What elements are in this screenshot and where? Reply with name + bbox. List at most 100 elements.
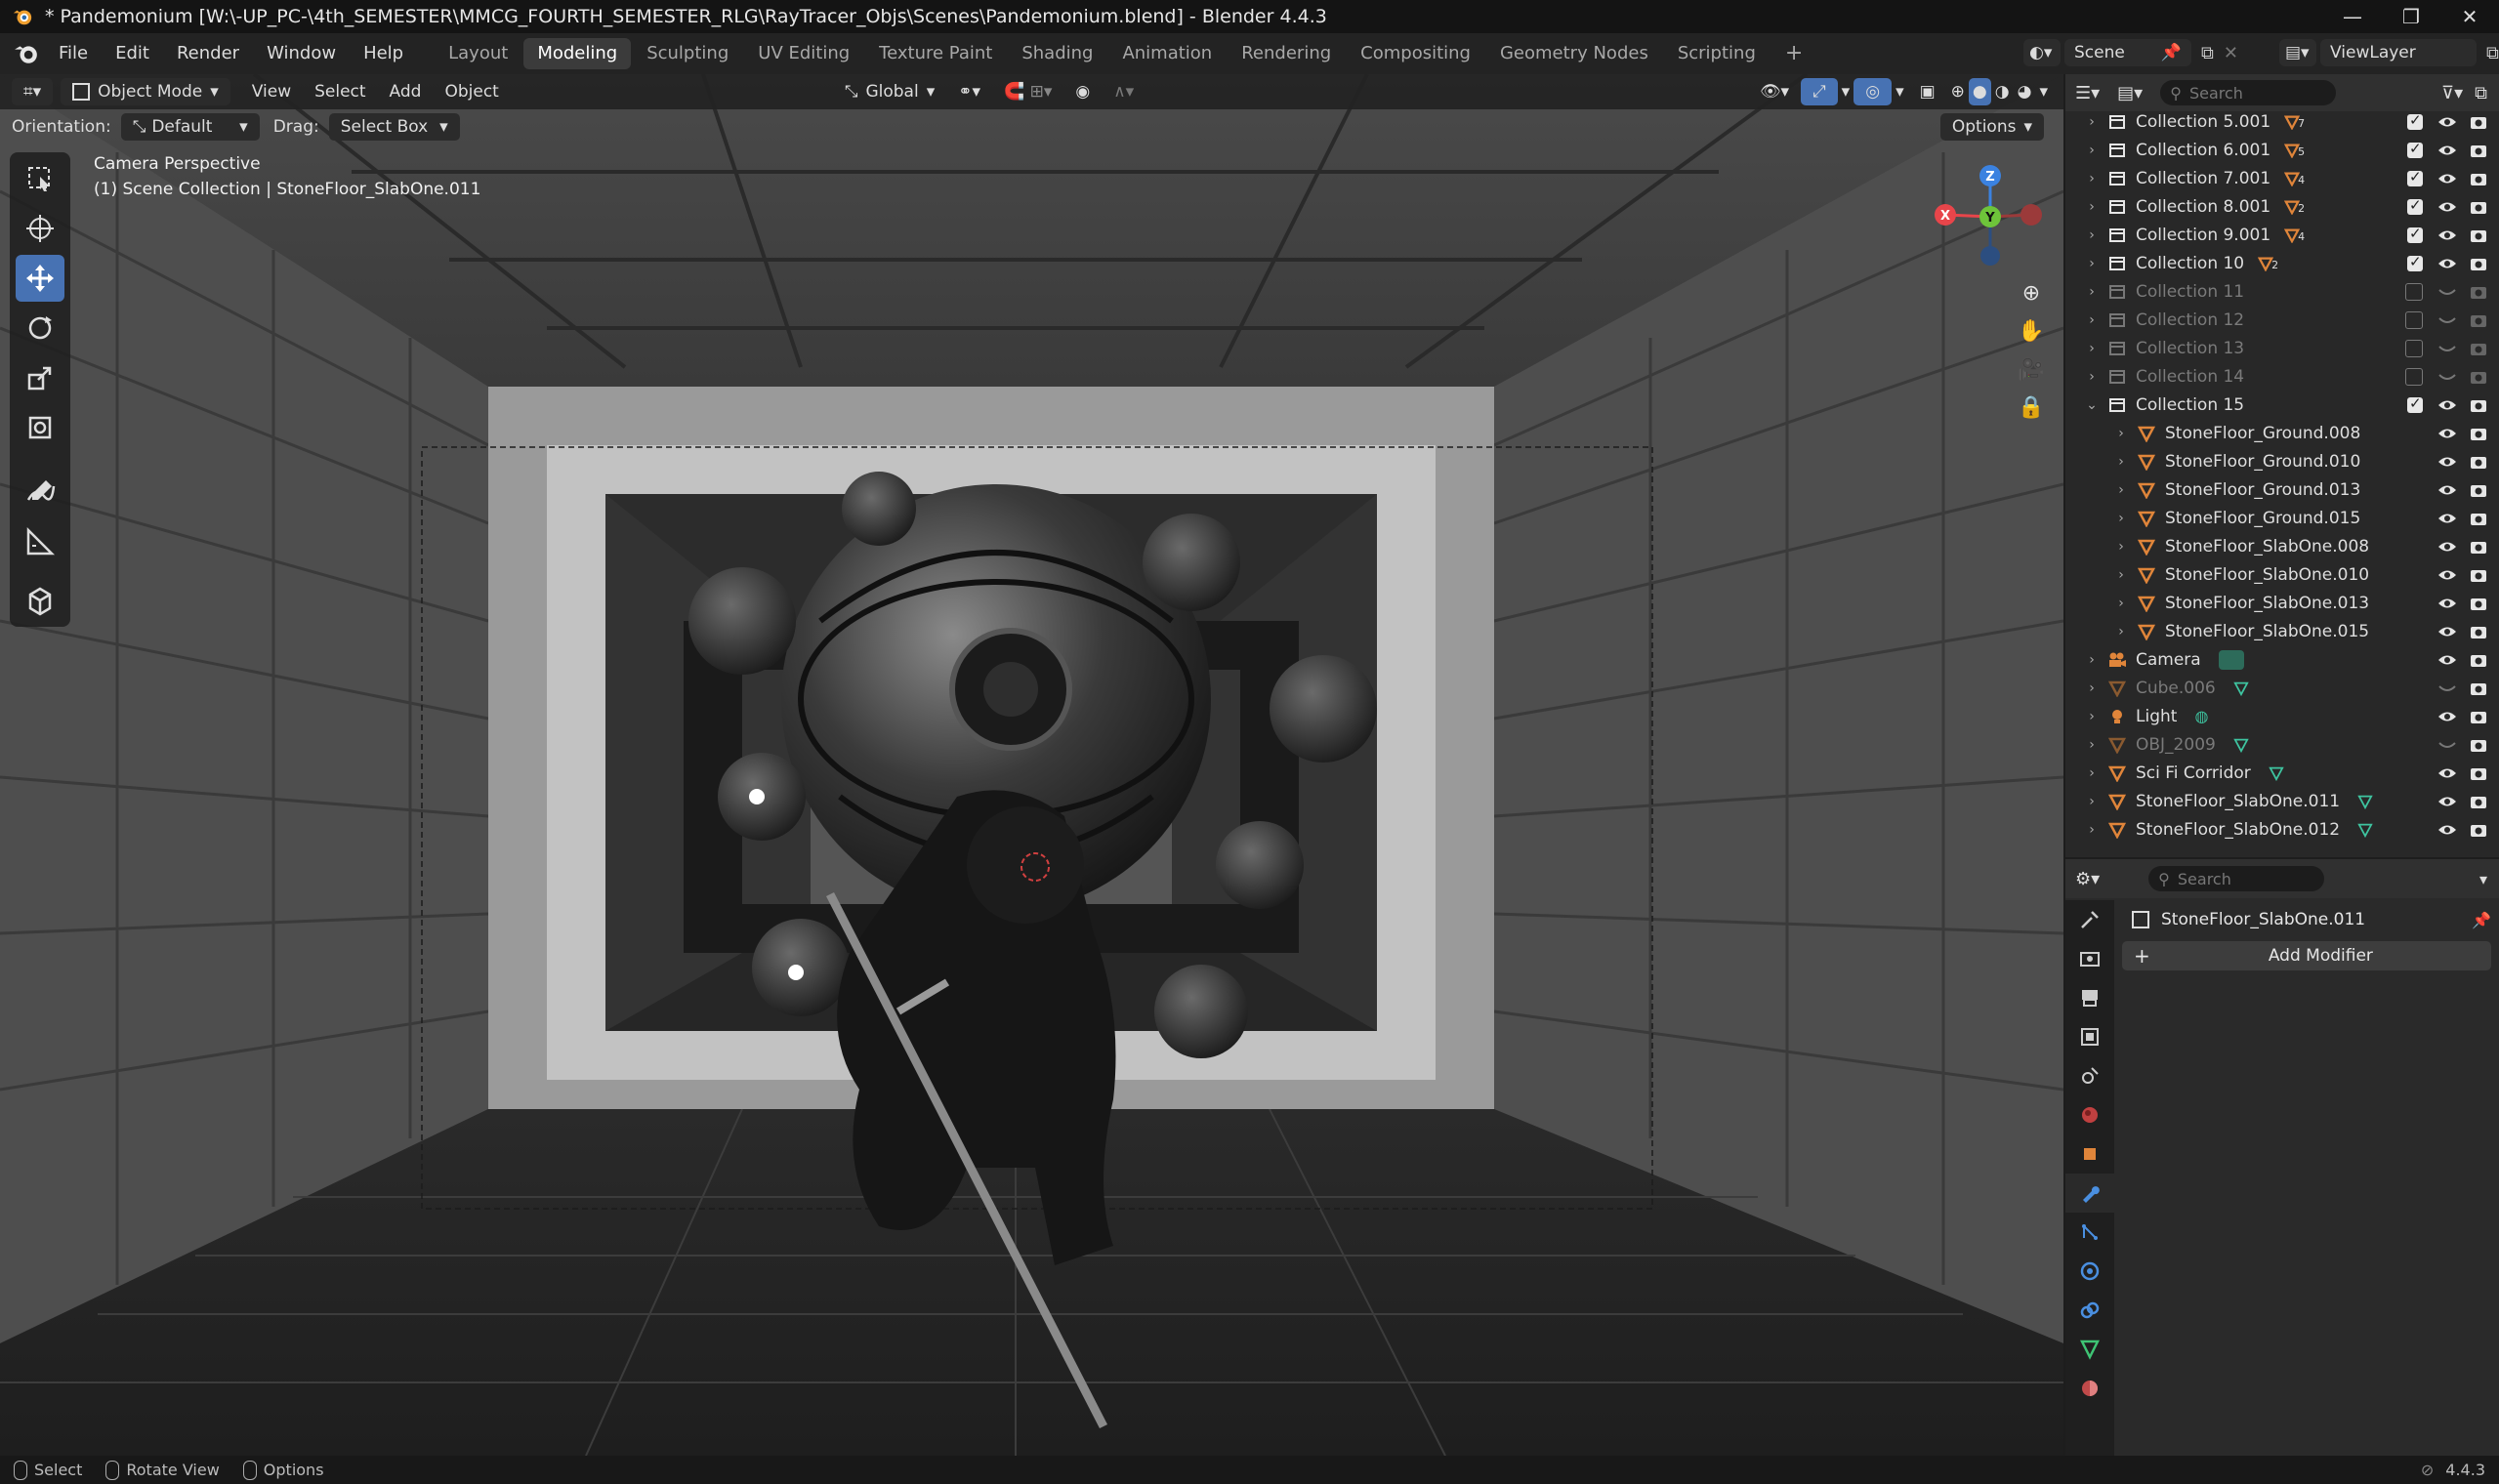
eye-closed-icon[interactable] [2437,734,2458,756]
view-layer-selector[interactable]: ViewLayer [2320,39,2477,66]
eye-icon[interactable] [2437,479,2458,501]
menu-view[interactable]: View [240,78,303,105]
outliner-collection-row[interactable]: › Collection 14 [2065,362,2499,391]
exclude-checkbox[interactable] [2407,196,2423,215]
menu-object[interactable]: Object [433,78,510,105]
proportional-edit-icon[interactable]: ◉ [1063,78,1102,105]
outliner-object-row[interactable]: › Sci Fi Corridor [2065,759,2499,787]
restore-icon[interactable]: ❐ [2382,0,2440,33]
render-camera-icon[interactable] [2468,423,2489,444]
eye-icon[interactable] [2437,394,2458,416]
exclude-checkbox[interactable] [2407,168,2423,186]
render-camera-icon[interactable] [2468,168,2489,189]
tab-material[interactable] [2065,1369,2114,1408]
outliner-object-row[interactable]: › StoneFloor_Ground.015 [2065,504,2499,532]
move-tool[interactable] [16,255,64,302]
tab-view-layer[interactable] [2065,1017,2114,1056]
outliner-collection-row[interactable]: ⌄ Collection 15 [2065,391,2499,419]
properties-editor-type-icon[interactable]: ⚙▾ [2075,869,2100,889]
render-camera-icon[interactable] [2468,564,2489,586]
render-camera-icon[interactable] [2468,253,2489,274]
render-camera-icon[interactable] [2468,621,2489,642]
eye-icon[interactable] [2437,706,2458,727]
render-camera-icon[interactable] [2468,508,2489,529]
tab-data[interactable] [2065,1330,2114,1369]
eye-icon[interactable] [2437,621,2458,642]
menu-edit[interactable]: Edit [102,33,163,74]
mesh-data-icon[interactable] [2233,737,2249,753]
scale-tool[interactable] [16,354,64,401]
gizmo-toggle-icon[interactable]: ⤢ [1801,78,1838,105]
tab-particles[interactable] [2065,1213,2114,1252]
eye-closed-icon[interactable] [2437,281,2458,303]
tab-scene[interactable] [2065,1056,2114,1095]
material-shading-icon[interactable]: ◑ [1991,78,2014,105]
annotate-tool[interactable] [16,469,64,515]
render-camera-icon[interactable] [2468,536,2489,557]
falloff-icon[interactable]: ∧▾ [1102,78,1145,105]
expand-toggle-icon[interactable]: › [2083,709,2101,724]
camera-view-icon[interactable]: 🎥 [2018,357,2044,382]
render-camera-icon[interactable] [2468,394,2489,416]
eye-icon[interactable] [2437,649,2458,671]
tab-shading[interactable]: Shading [1008,38,1106,69]
render-camera-icon[interactable] [2468,338,2489,359]
lock-icon[interactable]: 🔒 [2018,395,2044,420]
tab-compositing[interactable]: Compositing [1347,38,1484,69]
outliner-object-row[interactable]: › StoneFloor_SlabOne.012 [2065,815,2499,844]
3d-viewport[interactable]: Camera Perspective (1) Scene Collection … [0,74,2063,1456]
exclude-checkbox[interactable] [2405,339,2423,357]
render-camera-icon[interactable] [2468,225,2489,246]
pivot-icon[interactable]: ⚭▾ [946,78,992,105]
render-camera-icon[interactable] [2468,593,2489,614]
eye-icon[interactable] [2437,508,2458,529]
solid-shading-icon[interactable]: ● [1968,78,1991,105]
eye-icon[interactable] [2437,140,2458,161]
eye-icon[interactable] [2437,763,2458,784]
expand-toggle-icon[interactable]: › [2112,596,2130,611]
eye-closed-icon[interactable] [2437,338,2458,359]
eye-icon[interactable] [2437,791,2458,812]
properties-search[interactable]: ⚲ Search [2148,866,2325,891]
tab-animation[interactable]: Animation [1108,38,1226,69]
outliner-object-row[interactable]: › StoneFloor_SlabOne.008 [2065,532,2499,560]
mode-selector[interactable]: Object Mode ▾ [61,78,230,105]
eye-icon[interactable] [2437,111,2458,133]
outliner-collection-row[interactable]: › Collection 8.001 2 [2065,192,2499,221]
outliner-object-row[interactable]: › StoneFloor_Ground.013 [2065,475,2499,504]
tab-physics[interactable] [2065,1252,2114,1291]
navigation-gizmo[interactable]: Z X Y [1924,156,2056,273]
eye-icon[interactable] [2437,819,2458,841]
outliner-object-row[interactable]: › StoneFloor_Ground.008 [2065,419,2499,447]
render-camera-icon[interactable] [2468,196,2489,218]
expand-toggle-icon[interactable]: › [2112,511,2130,526]
outliner-object-row[interactable]: › StoneFloor_Ground.010 [2065,447,2499,475]
expand-toggle-icon[interactable]: › [2083,171,2101,186]
add-cube-tool[interactable] [16,577,64,624]
expand-toggle-icon[interactable]: › [2083,369,2101,385]
expand-toggle-icon[interactable]: › [2112,624,2130,639]
outliner-collection-row[interactable]: › Collection 13 [2065,334,2499,362]
render-camera-icon[interactable] [2468,479,2489,501]
render-camera-icon[interactable] [2468,734,2489,756]
render-camera-icon[interactable] [2468,309,2489,331]
outliner-collection-row[interactable]: › Collection 9.001 4 [2065,221,2499,249]
mesh-data-icon[interactable] [2233,680,2249,696]
exclude-checkbox[interactable] [2405,367,2423,386]
display-mode-icon[interactable]: ▤▾ [2117,83,2143,103]
exclude-checkbox[interactable] [2407,394,2423,413]
tab-constraints[interactable] [2065,1291,2114,1330]
menu-help[interactable]: Help [350,33,417,74]
tab-uv-editing[interactable]: UV Editing [744,38,863,69]
menu-file[interactable]: File [45,33,102,74]
snap-icon[interactable]: 🧲 ⊞▾ [992,78,1063,105]
eye-icon[interactable] [2437,253,2458,274]
expand-toggle-icon[interactable]: › [2083,652,2101,668]
outliner-collection-row[interactable]: › Collection 7.001 4 [2065,164,2499,192]
menu-select[interactable]: Select [303,78,377,105]
menu-add[interactable]: Add [378,78,434,105]
tab-modeling[interactable]: Modeling [523,38,632,69]
eye-icon[interactable] [2437,423,2458,444]
tab-output[interactable] [2065,978,2114,1017]
outliner-collection-row[interactable]: › Collection 12 [2065,306,2499,334]
